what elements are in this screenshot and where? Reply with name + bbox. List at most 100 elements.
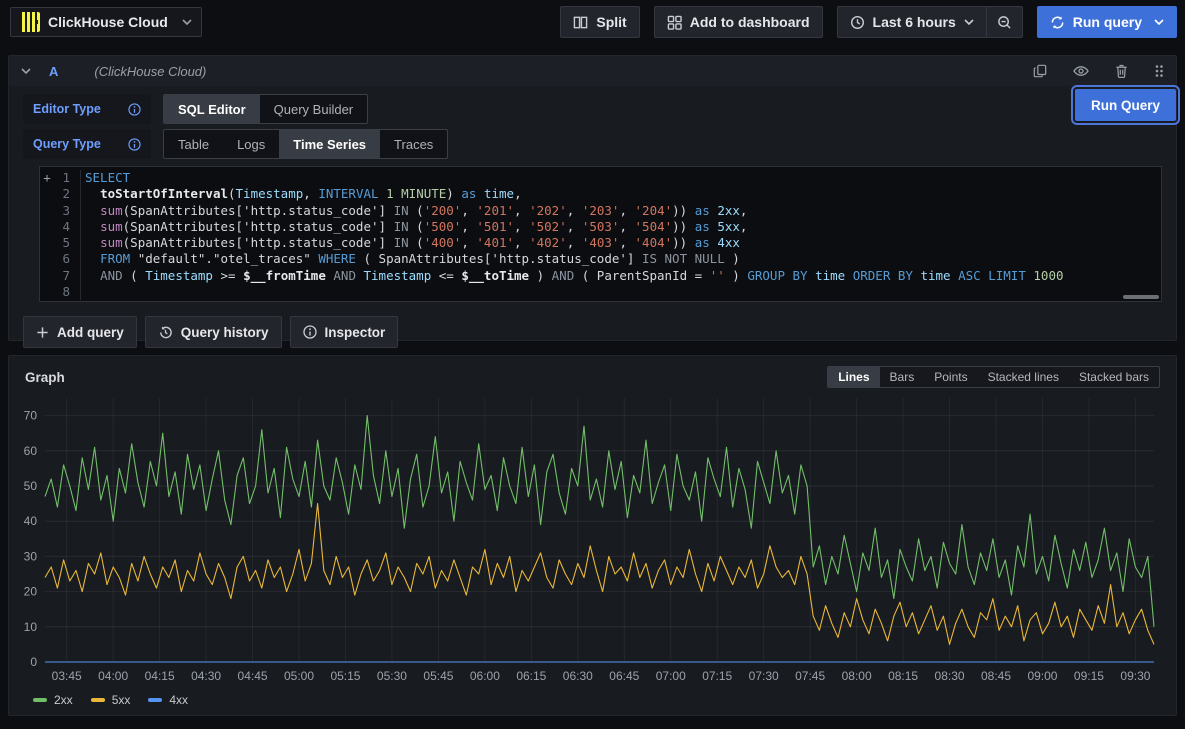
drag-handle-icon[interactable] xyxy=(1154,64,1164,78)
run-query-editor-button[interactable]: Run Query xyxy=(1075,89,1176,121)
legend-swatch xyxy=(33,698,47,702)
svg-text:05:45: 05:45 xyxy=(423,669,453,683)
tab-logs[interactable]: Logs xyxy=(223,130,279,158)
legend-label: 4xx xyxy=(169,693,188,707)
editor-type-switch: SQL Editor Query Builder xyxy=(163,94,368,124)
svg-text:04:30: 04:30 xyxy=(191,669,221,683)
line-number: 2 xyxy=(54,186,70,202)
svg-text:70: 70 xyxy=(24,409,38,423)
query-type-switch: Table Logs Time Series Traces xyxy=(163,129,448,159)
svg-text:09:30: 09:30 xyxy=(1120,669,1150,683)
chart-legend: 2xx 5xx 4xx xyxy=(9,689,1176,707)
plus-icon xyxy=(36,326,49,339)
inspector-label: Inspector xyxy=(325,325,386,340)
svg-text:07:45: 07:45 xyxy=(795,669,825,683)
viz-type-toggle: LinesBarsPointsStacked linesStacked bars xyxy=(827,366,1160,388)
split-label: Split xyxy=(596,14,626,30)
viz-option-bars[interactable]: Bars xyxy=(880,367,925,387)
explore-toolbar: ClickHouse Cloud Split Add to dashboard … xyxy=(0,0,1185,44)
line-number: 8 xyxy=(54,284,70,300)
history-icon xyxy=(158,325,173,340)
legend-swatch xyxy=(148,698,162,702)
viz-option-stacked-bars[interactable]: Stacked bars xyxy=(1069,367,1159,387)
tab-sql-editor[interactable]: SQL Editor xyxy=(164,95,260,123)
svg-text:04:00: 04:00 xyxy=(98,669,128,683)
duplicate-query-icon[interactable] xyxy=(1033,64,1047,78)
info-icon[interactable] xyxy=(128,103,141,116)
gutter-space xyxy=(40,186,54,202)
line-number: 5 xyxy=(54,235,70,251)
time-range-picker[interactable]: Last 6 hours xyxy=(837,6,987,38)
datasource-picker[interactable]: ClickHouse Cloud xyxy=(10,7,202,37)
code-line: 8 xyxy=(40,284,1161,300)
run-query-button[interactable]: Run query xyxy=(1037,6,1177,38)
svg-text:40: 40 xyxy=(24,514,38,528)
editor-type-chip: Editor Type xyxy=(23,94,151,124)
code-line: 5 sum(SpanAttributes['http.status_code']… xyxy=(40,235,1161,251)
line-number: 4 xyxy=(54,219,70,235)
svg-text:05:30: 05:30 xyxy=(377,669,407,683)
svg-text:06:00: 06:00 xyxy=(470,669,500,683)
svg-text:07:30: 07:30 xyxy=(749,669,779,683)
svg-text:09:00: 09:00 xyxy=(1027,669,1057,683)
gutter-space xyxy=(40,284,54,300)
query-type-label: Query Type xyxy=(33,137,101,151)
viz-option-points[interactable]: Points xyxy=(924,367,977,387)
query-history-label: Query history xyxy=(181,325,269,340)
query-ref-id[interactable]: A xyxy=(49,64,58,79)
gutter-space xyxy=(40,268,54,284)
tab-traces[interactable]: Traces xyxy=(380,130,447,158)
query-row-header: A (ClickHouse Cloud) xyxy=(9,56,1176,86)
inspector-button[interactable]: Inspector xyxy=(290,316,399,348)
add-line-icon[interactable]: + xyxy=(40,170,54,186)
legend-item-2xx[interactable]: 2xx xyxy=(33,693,73,707)
query-history-button[interactable]: Query history xyxy=(145,316,282,348)
horizontal-scrollbar[interactable] xyxy=(1123,295,1159,299)
add-query-button[interactable]: Add query xyxy=(23,316,137,348)
code-line: +1SELECT xyxy=(40,170,1161,186)
gutter-space xyxy=(40,219,54,235)
time-range-label: Last 6 hours xyxy=(873,14,956,30)
svg-text:06:15: 06:15 xyxy=(516,669,546,683)
svg-text:07:15: 07:15 xyxy=(702,669,732,683)
info-icon[interactable] xyxy=(128,138,141,151)
legend-item-5xx[interactable]: 5xx xyxy=(91,693,131,707)
add-to-dashboard-button[interactable]: Add to dashboard xyxy=(654,6,823,38)
query-datasource-hint: (ClickHouse Cloud) xyxy=(94,64,206,79)
chevron-down-icon xyxy=(182,19,192,25)
run-query-label: Run query xyxy=(1073,14,1142,30)
svg-text:06:30: 06:30 xyxy=(563,669,593,683)
split-button[interactable]: Split xyxy=(560,6,639,38)
add-query-label: Add query xyxy=(57,325,124,340)
tab-query-builder[interactable]: Query Builder xyxy=(260,95,367,123)
svg-text:06:45: 06:45 xyxy=(609,669,639,683)
chevron-down-icon xyxy=(964,19,974,25)
hide-query-icon[interactable] xyxy=(1073,64,1089,78)
svg-text:30: 30 xyxy=(24,549,38,563)
collapse-query-icon[interactable] xyxy=(21,68,31,74)
gutter-space xyxy=(40,235,54,251)
timeseries-chart[interactable]: 01020304050607003:4504:0004:1504:3004:45… xyxy=(9,392,1176,689)
chevron-down-icon xyxy=(1154,19,1164,25)
delete-query-icon[interactable] xyxy=(1115,64,1128,78)
add-to-dashboard-label: Add to dashboard xyxy=(690,14,810,30)
svg-text:04:15: 04:15 xyxy=(145,669,175,683)
clock-icon xyxy=(850,15,865,30)
svg-text:03:45: 03:45 xyxy=(52,669,82,683)
split-icon xyxy=(573,15,588,30)
viz-option-stacked-lines[interactable]: Stacked lines xyxy=(978,367,1069,387)
zoom-out-time-button[interactable] xyxy=(987,6,1023,38)
legend-swatch xyxy=(91,698,105,702)
tab-time-series[interactable]: Time Series xyxy=(279,130,380,158)
tab-table[interactable]: Table xyxy=(164,130,223,158)
graph-title: Graph xyxy=(25,370,65,385)
svg-text:50: 50 xyxy=(24,479,38,493)
viz-option-lines[interactable]: Lines xyxy=(828,367,879,387)
sql-code-editor[interactable]: +1SELECT2 toStartOfInterval(Timestamp, I… xyxy=(39,166,1162,302)
code-line: 6 FROM "default"."otel_traces" WHERE ( S… xyxy=(40,251,1161,267)
legend-item-4xx[interactable]: 4xx xyxy=(148,693,188,707)
clickhouse-logo-icon xyxy=(20,12,40,32)
code-line: 4 sum(SpanAttributes['http.status_code']… xyxy=(40,219,1161,235)
gutter-space xyxy=(40,251,54,267)
info-icon xyxy=(303,325,317,339)
